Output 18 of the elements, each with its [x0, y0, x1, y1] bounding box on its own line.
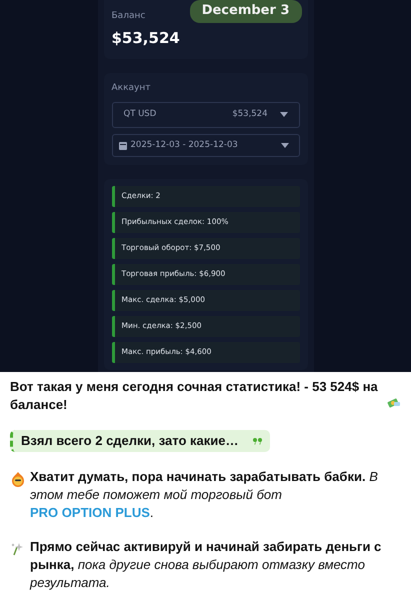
calendar-icon — [118, 140, 126, 150]
account-amount: $53,524 — [232, 108, 268, 121]
fire-face-icon — [10, 470, 26, 487]
post-paragraph: Прямо сейчас активируй и начинай забирать деньги с рынка, пока другие снова выбирают отмазку вместо результата. — [30, 538, 382, 592]
account-label: Аккаунт — [112, 82, 152, 95]
date-badge: December 3 — [190, 0, 302, 22]
dropdown-caret-icon — [280, 112, 288, 117]
date-range-text: 2025-12-03 - 2025-12-03 — [130, 138, 239, 152]
quote-text: Взял всего 2 сделки, зато какие… — [21, 432, 238, 450]
account-name: QT USD — [124, 108, 158, 121]
balance-value: $53,524 — [112, 28, 181, 48]
balance-label: Баланс — [112, 10, 146, 23]
account-select[interactable]: QT USD $53,524 — [112, 102, 300, 128]
date-range-select[interactable]: 2025-12-03 - 2025-12-03 — [112, 134, 300, 156]
quote-mark-icon — [252, 438, 262, 444]
post-paragraph: Вот такая у меня сегодня сочная статистика! - 53 524$ на балансе! — [10, 378, 379, 414]
dropdown-caret-icon — [280, 142, 288, 148]
post-paragraph: Хватит думать, пора начинать зарабатывать бабки. В этом тебе поможет мой торговый бот PRO OPTION PLUS. — [30, 468, 379, 522]
